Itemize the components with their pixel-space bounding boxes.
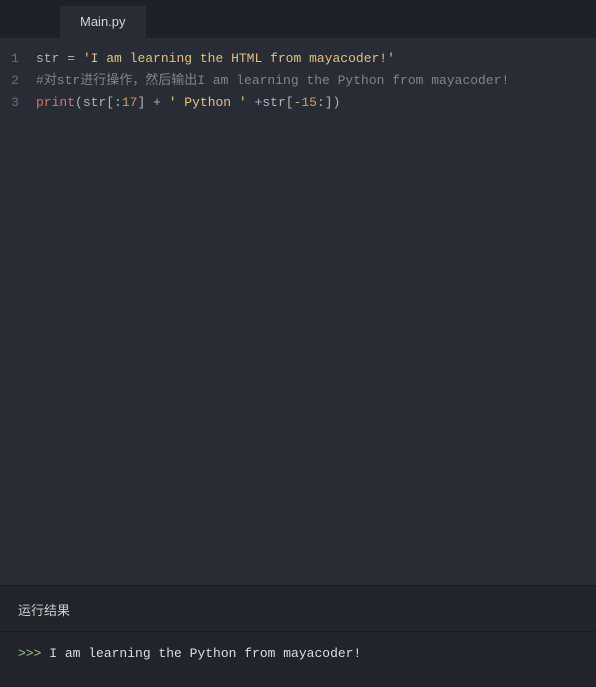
results-header: 运行结果 (0, 586, 596, 632)
tab-bar: Main.py (0, 0, 596, 38)
tab-main-py[interactable]: Main.py (60, 6, 146, 38)
token-space (247, 95, 255, 110)
token-comment: #对str进行操作，然后输出I am learning the Python f… (36, 73, 509, 88)
token-number: 17 (122, 95, 138, 110)
token-operator: = (67, 51, 75, 66)
token-operator: + (153, 95, 161, 110)
results-panel: 运行结果 >>> I am learning the Python from m… (0, 585, 596, 687)
token-punct: ) (333, 95, 341, 110)
token-space (161, 95, 169, 110)
token-variable: str (262, 95, 285, 110)
line-number: 2 (0, 70, 30, 92)
token-punct: [: (106, 95, 122, 110)
token-builtin: print (36, 95, 75, 110)
token-punct: :] (317, 95, 333, 110)
token-punct: [ (286, 95, 294, 110)
code-area[interactable]: str = 'I am learning the HTML from mayac… (30, 48, 596, 585)
token-space (145, 95, 153, 110)
token-variable: str (83, 95, 106, 110)
output-text: I am learning the Python from mayacoder! (49, 646, 361, 661)
code-line[interactable]: #对str进行操作，然后输出I am learning the Python f… (36, 70, 596, 92)
token-space (75, 51, 83, 66)
token-number: -15 (294, 95, 317, 110)
line-gutter: 1 2 3 (0, 48, 30, 585)
line-number: 3 (0, 92, 30, 114)
code-editor[interactable]: 1 2 3 str = 'I am learning the HTML from… (0, 38, 596, 585)
token-string: 'I am learning the HTML from mayacoder!' (83, 51, 395, 66)
code-line[interactable]: str = 'I am learning the HTML from mayac… (36, 48, 596, 70)
line-number: 1 (0, 48, 30, 70)
results-body: >>> I am learning the Python from mayaco… (0, 632, 596, 687)
output-prompt: >>> (18, 646, 49, 661)
token-punct: ( (75, 95, 83, 110)
token-string: ' Python ' (169, 95, 247, 110)
code-line[interactable]: print(str[:17] + ' Python ' +str[-15:]) (36, 92, 596, 114)
token-variable: str (36, 51, 59, 66)
